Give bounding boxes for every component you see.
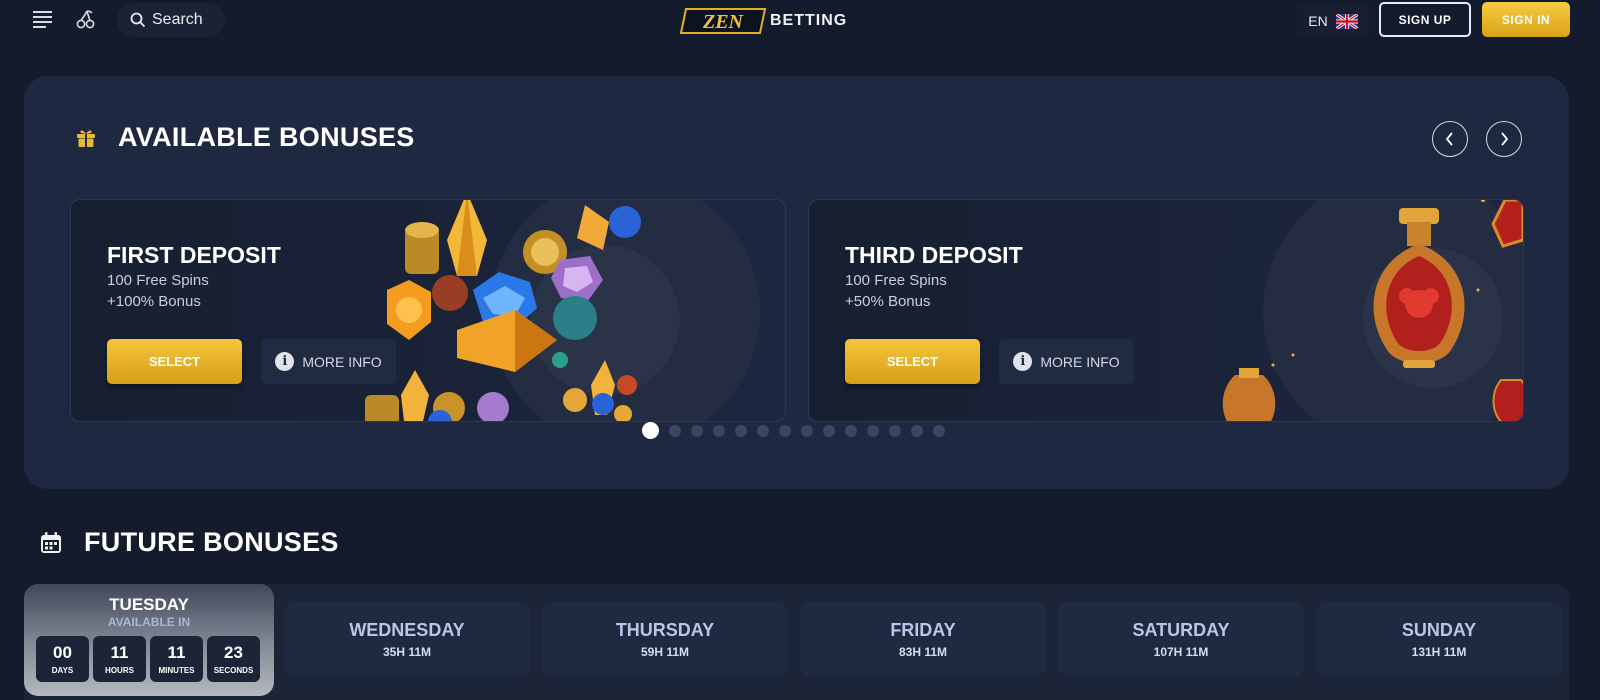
day-card-sunday[interactable]: SUNDAY 131H 11M: [1316, 602, 1562, 676]
future-bonuses-row: TUESDAY AVAILABLE IN 00 DAYS 11 HOURS 11…: [24, 584, 1569, 700]
day-name: WEDNESDAY: [349, 620, 465, 640]
vase-artwork: [1222, 200, 1523, 421]
more-info-label: MORE INFO: [1040, 353, 1120, 370]
menu-icon[interactable]: [33, 11, 53, 28]
day-card-thursday[interactable]: THURSDAY 59H 11M: [542, 602, 788, 676]
bonus-card-bonus: +100% Bonus: [107, 293, 201, 310]
future-bonuses-header: FUTURE BONUSES: [40, 527, 339, 558]
day-name: SUNDAY: [1401, 620, 1477, 640]
pagination-dot[interactable]: [801, 424, 813, 437]
bonus-card-first-deposit: FIRST DEPOSIT 100 Free Spins +100% Bonus…: [70, 199, 786, 422]
pagination-dot[interactable]: [933, 424, 945, 437]
pagination-dot[interactable]: [735, 424, 747, 437]
carousel-pagination: [642, 422, 945, 439]
future-bonuses-title: FUTURE BONUSES: [84, 527, 339, 557]
sign-in-button[interactable]: SIGN IN: [1482, 2, 1570, 37]
cherry-icon[interactable]: [76, 9, 96, 29]
bonus-card-bonus: +50% Bonus: [845, 293, 931, 310]
search-bar[interactable]: Search: [117, 3, 225, 37]
countdown-hours: 11 HOURS: [93, 636, 146, 682]
countdown-minutes-value: 11: [167, 642, 186, 662]
select-button[interactable]: SELECT: [107, 339, 242, 384]
calendar-icon: [41, 531, 61, 553]
countdown-days: 00 DAYS: [36, 636, 89, 682]
carousel-prev-button[interactable]: [1432, 121, 1468, 157]
day-card-saturday[interactable]: SATURDAY 107H 11M: [1058, 602, 1304, 676]
search-label: Search: [152, 11, 203, 28]
select-button[interactable]: SELECT: [845, 339, 980, 384]
countdown-seconds: 23 SECONDS: [207, 636, 260, 682]
pagination-dot[interactable]: [823, 424, 835, 437]
logo-mark: ZEN: [680, 7, 766, 34]
info-icon: i: [275, 352, 295, 371]
gift-icon: [77, 130, 95, 147]
available-bonuses-header: AVAILABLE BONUSES: [76, 122, 415, 153]
bonus-card-spins: 100 Free Spins: [107, 272, 209, 289]
availability-status: AVAILABLE IN: [107, 615, 191, 629]
bonus-card-title: THIRD DEPOSIT: [845, 242, 1023, 268]
language-selector[interactable]: EN: [1297, 4, 1369, 38]
day-time-remaining: 131H 11M: [1411, 645, 1467, 659]
bonus-card-title: FIRST DEPOSIT: [107, 242, 281, 268]
day-name: THURSDAY: [615, 620, 715, 640]
day-time-remaining: 83H 11M: [898, 645, 948, 659]
pagination-dot[interactable]: [691, 424, 703, 437]
bonus-card-spins: 100 Free Spins: [845, 272, 947, 289]
pagination-dot[interactable]: [911, 424, 923, 437]
countdown-hours-value: 11: [110, 642, 129, 662]
search-icon: [130, 12, 146, 28]
pagination-dot[interactable]: [779, 424, 791, 437]
logo-text: BETTING: [770, 11, 848, 29]
day-name: SATURDAY: [1132, 620, 1230, 640]
day-time-remaining: 107H 11M: [1153, 645, 1209, 659]
site-logo[interactable]: ZEN BETTING: [680, 7, 847, 34]
carousel-next-button[interactable]: [1486, 121, 1522, 157]
top-bar: Search ZEN BETTING EN SIGN UP SIGN IN: [0, 0, 1600, 40]
available-bonuses-title: AVAILABLE BONUSES: [118, 122, 415, 152]
countdown-seconds-label: SECONDS: [213, 665, 254, 675]
chevron-left-icon: [1445, 132, 1453, 146]
pagination-dot[interactable]: [642, 422, 659, 439]
chevron-right-icon: [1501, 132, 1509, 146]
pagination-dot[interactable]: [845, 424, 857, 437]
countdown-hours-label: HOURS: [105, 665, 134, 675]
day-card-friday[interactable]: FRIDAY 83H 11M: [800, 602, 1046, 676]
more-info-label: MORE INFO: [302, 353, 382, 370]
more-info-button[interactable]: i MORE INFO: [999, 339, 1134, 384]
pagination-dot[interactable]: [867, 424, 879, 437]
uk-flag-icon: [1335, 13, 1358, 29]
countdown-minutes-label: MINUTES: [158, 665, 195, 675]
gems-artwork: [365, 200, 760, 421]
day-card-wednesday[interactable]: WEDNESDAY 35H 11M: [284, 602, 530, 676]
pagination-dot[interactable]: [669, 424, 681, 437]
countdown-seconds-value: 23: [224, 642, 243, 662]
language-code: EN: [1308, 13, 1328, 29]
logo-mark-text: ZEN: [702, 11, 745, 33]
bonus-card-third-deposit: THIRD DEPOSIT 100 Free Spins +50% Bonus …: [808, 199, 1524, 422]
day-name: FRIDAY: [890, 620, 956, 640]
countdown-days-label: DAYS: [51, 665, 74, 675]
sign-up-button[interactable]: SIGN UP: [1379, 2, 1471, 37]
info-icon: i: [1013, 352, 1033, 371]
pagination-dot[interactable]: [757, 424, 769, 437]
countdown-timer: 00 DAYS 11 HOURS 11 MINUTES 23 SECONDS: [36, 636, 260, 682]
day-time-remaining: 35H 11M: [382, 645, 432, 659]
pagination-dot[interactable]: [713, 424, 725, 437]
available-bonuses-panel: AVAILABLE BONUSES FIRST DEPOSIT 100 Free…: [24, 76, 1569, 489]
countdown-minutes: 11 MINUTES: [150, 636, 203, 682]
more-info-button[interactable]: i MORE INFO: [261, 339, 396, 384]
pagination-dot[interactable]: [889, 424, 901, 437]
day-time-remaining: 59H 11M: [640, 645, 690, 659]
day-name: TUESDAY: [109, 595, 189, 614]
day-card-tuesday[interactable]: TUESDAY AVAILABLE IN 00 DAYS 11 HOURS 11…: [24, 584, 274, 696]
countdown-days-value: 00: [53, 642, 72, 662]
